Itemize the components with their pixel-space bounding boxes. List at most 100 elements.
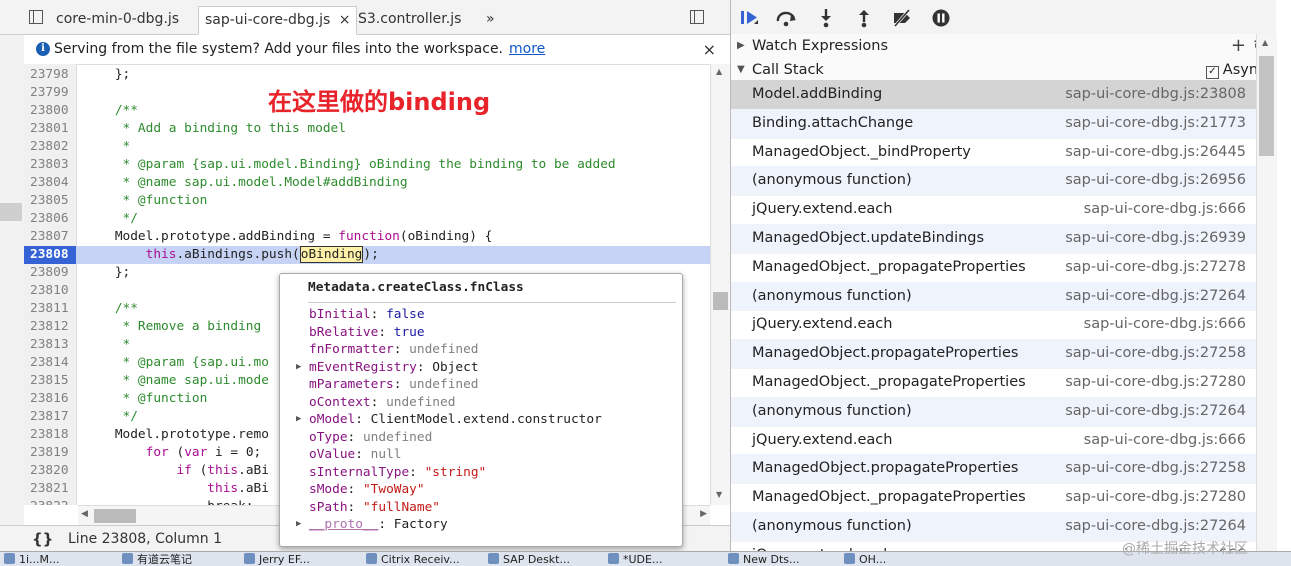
taskbar-button[interactable]: SAP Deskt...	[488, 553, 570, 566]
line-number[interactable]: 23816	[30, 390, 72, 408]
call-frame[interactable]: ManagedObject.propagateProperties sap-ui-…	[731, 454, 1256, 485]
call-frame[interactable]: ManagedObject._propagateProperties sap-ui…	[731, 368, 1256, 398]
line-number[interactable]: 23815	[30, 372, 72, 390]
scroll-left-icon[interactable]: ◀	[81, 509, 88, 519]
taskbar-button[interactable]: Jerry EF...	[244, 553, 310, 566]
checkbox-checked-icon[interactable]: ✓	[1205, 66, 1219, 79]
line-number[interactable]: 23822	[30, 498, 72, 505]
line-number[interactable]: 23804	[30, 174, 72, 192]
line-number[interactable]: 23818	[30, 426, 72, 444]
call-frame[interactable]: jQuery.extend.each sap-ui-core-dbg.js:666	[731, 310, 1256, 341]
frame-location[interactable]: sap-ui-core-dbg.js:666	[1084, 195, 1246, 224]
scroll-down-icon[interactable]: ▼	[716, 490, 722, 499]
frame-location[interactable]: sap-ui-core-dbg.js:666	[1084, 426, 1246, 455]
scroll-up-icon[interactable]: ▲	[716, 67, 722, 76]
frame-location[interactable]: sap-ui-core-dbg.js:23808	[1065, 80, 1246, 109]
code-line[interactable]: 23807 Model.prototype.addBinding = funct…	[24, 228, 710, 246]
line-number[interactable]: 23814	[30, 354, 72, 372]
scroll-thumb[interactable]	[713, 292, 728, 310]
pretty-print-button[interactable]: {}	[32, 526, 53, 552]
scroll-thumb[interactable]	[1259, 56, 1274, 156]
frame-location[interactable]: sap-ui-core-dbg.js:27258	[1065, 339, 1246, 368]
taskbar-button[interactable]: Citrix Receiv...	[366, 553, 460, 566]
line-number[interactable]: 23810	[30, 282, 72, 300]
step-out-icon[interactable]	[853, 8, 875, 28]
line-number[interactable]: 23811	[30, 300, 72, 318]
line-number[interactable]: 23801	[30, 120, 72, 138]
taskbar-button[interactable]: New Dts...	[728, 553, 800, 566]
line-number[interactable]: 23798	[30, 66, 72, 84]
scroll-right-icon[interactable]: ▶	[700, 509, 707, 519]
sidebar-scrollbar[interactable]: ▲	[1256, 34, 1277, 565]
taskbar-button[interactable]: OH...	[844, 553, 886, 566]
frame-location[interactable]: sap-ui-core-dbg.js:21773	[1065, 109, 1246, 138]
editor-vertical-scrollbar[interactable]: ▲ ▼	[710, 64, 731, 505]
line-number[interactable]: 23808	[24, 246, 76, 264]
deactivate-breakpoints-icon[interactable]	[891, 8, 913, 28]
step-into-icon[interactable]	[815, 8, 837, 28]
expand-arrow-icon[interactable]: ▶	[296, 516, 301, 534]
tab-close-icon[interactable]: ×	[339, 12, 351, 28]
call-frame[interactable]: jQuery.extend.each sap-ui-core-dbg.js:666	[731, 426, 1256, 456]
expand-arrow-icon[interactable]: ▶	[296, 359, 301, 377]
scroll-thumb[interactable]	[94, 509, 136, 523]
tab-core-min[interactable]: core-min-0-dbg.js	[50, 6, 185, 33]
code-line[interactable]: 23801 * Add a binding to this model	[24, 120, 710, 138]
popover-property[interactable]: ▶ mEventRegistry: Object	[296, 359, 479, 377]
tab-s3-controller[interactable]: S3.controller.js	[352, 6, 467, 33]
call-frame[interactable]: (anonymous function) sap-ui-core-dbg.js:2…	[731, 396, 1256, 427]
line-number[interactable]: 23806	[30, 210, 72, 228]
step-over-icon[interactable]	[775, 8, 797, 28]
frame-location[interactable]: sap-ui-core-dbg.js:27278	[1065, 253, 1246, 282]
line-number[interactable]: 23813	[30, 336, 72, 354]
call-frame[interactable]: ManagedObject._propagateProperties sap-ui…	[731, 253, 1256, 283]
tab-sap-ui-core[interactable]: sap-ui-core-dbg.js ×	[198, 6, 358, 35]
frame-location[interactable]: sap-ui-core-dbg.js:26445	[1065, 138, 1246, 167]
code-line[interactable]: 23803 * @param {sap.ui.model.Binding} oB…	[24, 156, 710, 174]
line-number[interactable]: 23812	[30, 318, 72, 336]
frame-location[interactable]: sap-ui-core-dbg.js:27280	[1065, 368, 1246, 397]
code-line[interactable]: 23804 * @name sap.ui.model.Model#addBind…	[24, 174, 710, 192]
frame-location[interactable]: sap-ui-core-dbg.js:27264	[1065, 282, 1246, 311]
call-frame[interactable]: ManagedObject._bindProperty sap-ui-core-d…	[731, 138, 1256, 168]
call-frame-selected[interactable]: Model.addBinding sap-ui-core-dbg.js:23808	[731, 80, 1256, 110]
code-line[interactable]: 23805 * @function	[24, 192, 710, 210]
frame-location[interactable]: sap-ui-core-dbg.js:27258	[1065, 454, 1246, 483]
call-frame[interactable]: ManagedObject.updateBindings sap-ui-core-…	[731, 224, 1256, 254]
more-link[interactable]: more	[509, 41, 545, 57]
code-line-current[interactable]: 23808 this.aBindings.push(oBinding);	[24, 246, 710, 264]
line-number[interactable]: 23799	[30, 84, 72, 102]
frame-location[interactable]: sap-ui-core-dbg.js:27264	[1065, 397, 1246, 426]
line-number[interactable]: 23807	[30, 228, 72, 246]
line-number[interactable]: 23805	[30, 192, 72, 210]
taskbar-button[interactable]: 有道云笔记	[122, 553, 192, 566]
call-frame[interactable]: (anonymous function) sap-ui-core-dbg.js:2…	[731, 281, 1256, 312]
watch-expressions-header[interactable]: ▶ Watch Expressions + ↻	[731, 34, 1276, 59]
line-number[interactable]: 23802	[30, 138, 72, 156]
add-watch-icon[interactable]: +	[1231, 34, 1246, 58]
line-number[interactable]: 23820	[30, 462, 72, 480]
call-frame[interactable]: (anonymous function) sap-ui-core-dbg.js:2…	[731, 166, 1256, 197]
call-frame[interactable]: ManagedObject.propagateProperties sap-ui-…	[731, 339, 1256, 369]
toggle-debugger-sidebar-icon[interactable]	[690, 10, 704, 24]
code-line[interactable]: 23806 */	[24, 210, 710, 228]
popover-property[interactable]: ▶ oModel: ClientModel.extend.constructor	[296, 411, 602, 429]
line-number[interactable]: 23821	[30, 480, 72, 498]
frame-location[interactable]: sap-ui-core-dbg.js:26956	[1065, 166, 1246, 195]
taskbar-button[interactable]: 1i...M...	[4, 553, 60, 566]
line-number[interactable]: 23809	[30, 264, 72, 282]
scroll-up-icon[interactable]: ▲	[1262, 38, 1268, 47]
more-tabs-button[interactable]: »	[480, 6, 501, 33]
pause-on-exceptions-icon[interactable]	[930, 8, 952, 28]
frame-location[interactable]: sap-ui-core-dbg.js:27280	[1065, 483, 1246, 512]
code-line[interactable]: 23802 *	[24, 138, 710, 156]
line-number[interactable]: 23817	[30, 408, 72, 426]
frame-location[interactable]: sap-ui-core-dbg.js:26939	[1065, 224, 1246, 253]
call-frame[interactable]: Binding.attachChange sap-ui-core-dbg.js:2…	[731, 108, 1256, 139]
call-frame[interactable]: jQuery.extend.each sap-ui-core-dbg.js:666	[731, 195, 1256, 225]
taskbar-button[interactable]: *UDE...	[608, 553, 662, 566]
infobar-close-icon[interactable]: ×	[703, 35, 716, 64]
popover-property[interactable]: ▶ __proto__: Factory	[296, 516, 448, 534]
call-frame[interactable]: ManagedObject._propagateProperties sap-ui…	[731, 483, 1256, 513]
frame-location[interactable]: sap-ui-core-dbg.js:27264	[1065, 512, 1246, 541]
